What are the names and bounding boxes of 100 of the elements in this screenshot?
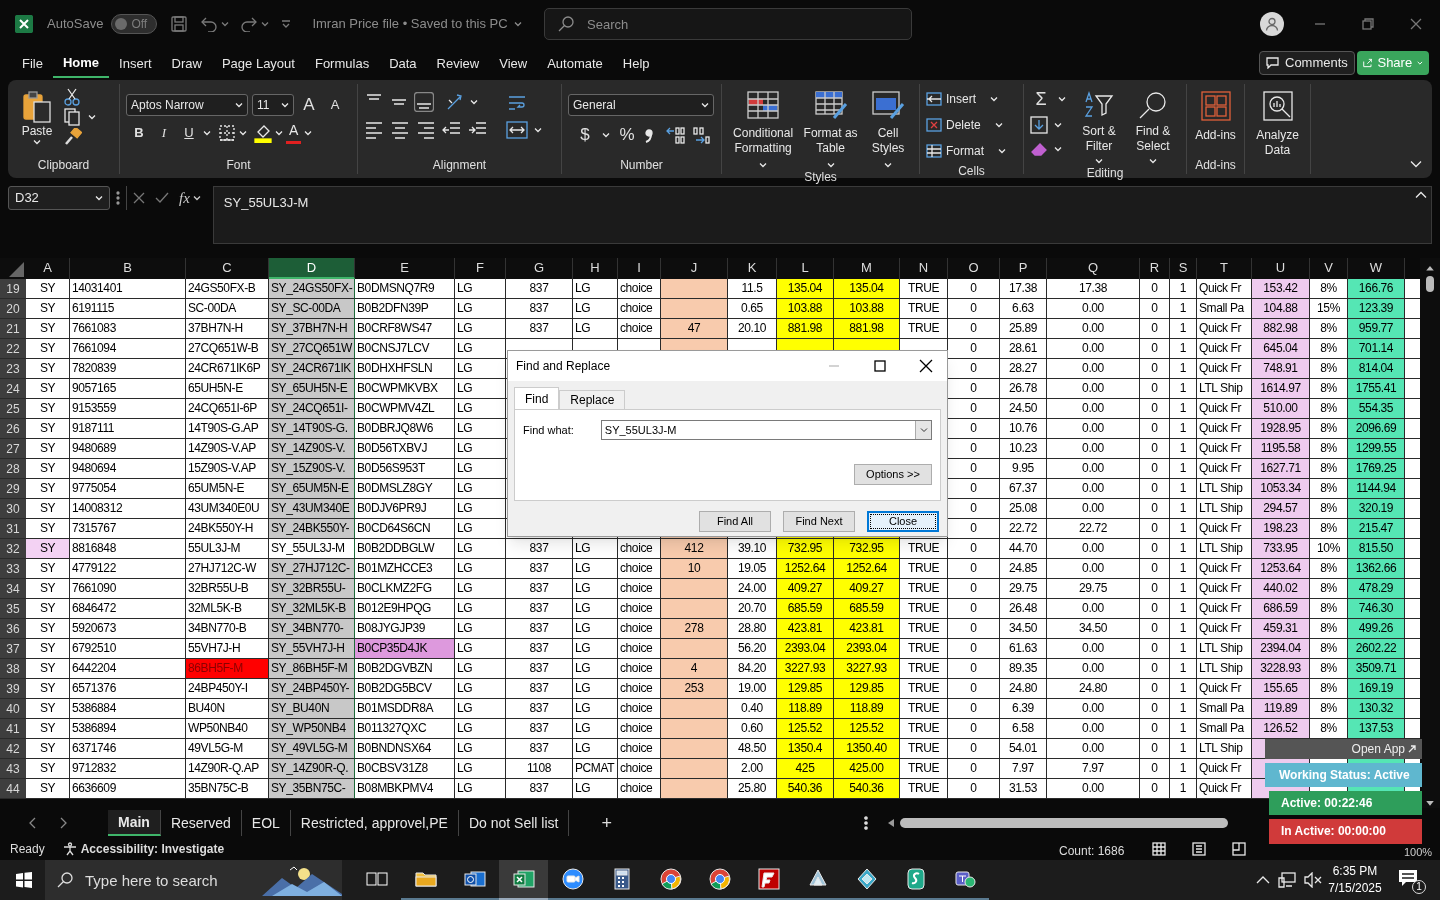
ribbon-button[interactable]: Paste: [14, 90, 60, 156]
ribbon-button[interactable]: Cell Styles: [865, 90, 911, 168]
row-header[interactable]: 23: [0, 359, 26, 379]
column-header[interactable]: D: [269, 258, 355, 279]
row-header[interactable]: 39: [0, 679, 26, 699]
options-button[interactable]: Options >>: [854, 464, 932, 485]
menu-tab[interactable]: Insert: [109, 50, 162, 78]
sheet-tab[interactable]: Do not Sell list: [458, 810, 570, 836]
table-cell: 0: [1140, 779, 1170, 799]
row-header[interactable]: 25: [0, 399, 26, 419]
table-cell: 1: [1170, 619, 1197, 639]
table-cell: SY: [26, 279, 70, 299]
ribbon-button[interactable]: Format as Table: [800, 90, 861, 168]
menu-tab[interactable]: Formulas: [304, 50, 380, 78]
ribbon-button[interactable]: Add-ins: [1193, 90, 1238, 156]
row-header[interactable]: 32: [0, 539, 26, 559]
ribbon-button[interactable]: Find & Select: [1128, 90, 1178, 164]
dialog-button[interactable]: Find Next: [783, 511, 855, 532]
font-size-field[interactable]: 11: [252, 94, 294, 116]
menu-tab[interactable]: Data: [379, 50, 427, 78]
row-header[interactable]: 28: [0, 459, 26, 479]
ribbon-button[interactable]: Insert: [926, 88, 1006, 110]
dialog-button[interactable]: Find All: [699, 511, 771, 532]
bold-button[interactable]: B: [128, 122, 150, 144]
table-cell: TRUE: [900, 539, 948, 559]
ribbon-button[interactable]: Conditional Formatting: [730, 90, 797, 168]
find-what-field[interactable]: SY_55UL3J-M: [600, 420, 932, 440]
row-header[interactable]: 27: [0, 439, 26, 459]
table-cell: 47: [661, 319, 728, 339]
name-box[interactable]: D32: [8, 186, 110, 210]
underline-button[interactable]: U: [178, 122, 200, 144]
menu-tab[interactable]: Page Layout: [211, 50, 305, 78]
notification-count: 1: [1412, 880, 1426, 894]
new-sheet-button[interactable]: +: [601, 809, 612, 837]
row-header[interactable]: 43: [0, 759, 26, 779]
row-header[interactable]: 33: [0, 559, 26, 579]
table-cell: SY_35BN75C-: [269, 779, 355, 799]
sheet-tab[interactable]: Main: [108, 810, 161, 836]
ribbon-button[interactable]: Format: [926, 140, 1006, 162]
row-header[interactable]: 31: [0, 519, 26, 539]
search-field[interactable]: Search: [544, 8, 912, 40]
shrink-font-button[interactable]: A: [324, 94, 346, 116]
row-header[interactable]: 21: [0, 319, 26, 339]
italic-button[interactable]: I: [153, 122, 175, 144]
row-header[interactable]: 36: [0, 619, 26, 639]
autosum-button[interactable]: Σ: [1030, 88, 1052, 110]
font-color-button[interactable]: A: [286, 122, 302, 144]
row-header[interactable]: 41: [0, 719, 26, 739]
row-header[interactable]: 35: [0, 599, 26, 619]
row-header[interactable]: 34: [0, 579, 26, 599]
menu-tab[interactable]: Draw: [161, 50, 212, 78]
row-header[interactable]: 24: [0, 379, 26, 399]
dialog-tab[interactable]: Replace: [559, 390, 626, 409]
menu-tab[interactable]: Help: [612, 50, 660, 78]
menu-tab[interactable]: File: [12, 50, 53, 78]
table-cell: 6442204: [70, 659, 186, 679]
table-cell: Quick Fr: [1197, 279, 1252, 299]
font-name-field[interactable]: Aptos Narrow: [126, 94, 248, 116]
menu-tab[interactable]: View: [489, 50, 538, 78]
formula-field[interactable]: SY_55UL3J-M: [212, 186, 1432, 244]
sheet-tab[interactable]: Restricted, approvel,PE: [290, 810, 459, 836]
ribbon-button[interactable]: Delete: [926, 114, 1006, 136]
sheet-tab[interactable]: Reserved: [160, 810, 242, 836]
grow-font-button[interactable]: A: [298, 94, 320, 116]
clock-time[interactable]: 6:35 PM: [1332, 863, 1378, 880]
table-cell: BU40N: [186, 699, 269, 719]
table-cell: 837: [506, 279, 573, 299]
ribbon-button[interactable]: Sort & Filter: [1074, 90, 1124, 164]
ribbon-button[interactable]: Analyze Data: [1251, 90, 1304, 174]
dialog-tab[interactable]: Find: [514, 387, 560, 409]
table-cell: LG: [573, 539, 618, 559]
row-header[interactable]: 37: [0, 639, 26, 659]
table-cell: TRUE: [900, 319, 948, 339]
row-header[interactable]: 29: [0, 479, 26, 499]
row-header[interactable]: 44: [0, 779, 26, 799]
row-header[interactable]: 40: [0, 699, 26, 719]
clock-date[interactable]: 7/15/2025: [1328, 880, 1382, 897]
percent-button[interactable]: %: [616, 124, 638, 146]
sheet-tab[interactable]: EOL: [241, 810, 291, 836]
number-format-field[interactable]: General: [568, 94, 714, 116]
row-header[interactable]: 19: [0, 279, 26, 299]
insert-function-button[interactable]: fx: [179, 186, 201, 210]
status-banner: Working Status: Active: [1265, 763, 1422, 787]
table-cell: 0.00: [1047, 299, 1140, 319]
menu-tab[interactable]: Review: [426, 50, 490, 78]
table-cell: 126.52: [1252, 719, 1310, 739]
table-cell: choice: [618, 619, 661, 639]
open-app-button[interactable]: Open App: [1265, 739, 1422, 759]
row-header[interactable]: 30: [0, 499, 26, 519]
row-header[interactable]: 38: [0, 659, 26, 679]
row-header[interactable]: 20: [0, 299, 26, 319]
accessibility-button[interactable]: Accessibility: Investigate: [62, 840, 225, 858]
dialog-button[interactable]: Close: [867, 511, 939, 532]
row-header[interactable]: 26: [0, 419, 26, 439]
comments-button[interactable]: Comments: [1259, 51, 1355, 75]
menu-tab[interactable]: Automate: [537, 50, 613, 78]
row-header[interactable]: 42: [0, 739, 26, 759]
row-header[interactable]: 22: [0, 339, 26, 359]
currency-button[interactable]: $: [574, 124, 596, 146]
menu-tab[interactable]: Home: [52, 50, 110, 78]
